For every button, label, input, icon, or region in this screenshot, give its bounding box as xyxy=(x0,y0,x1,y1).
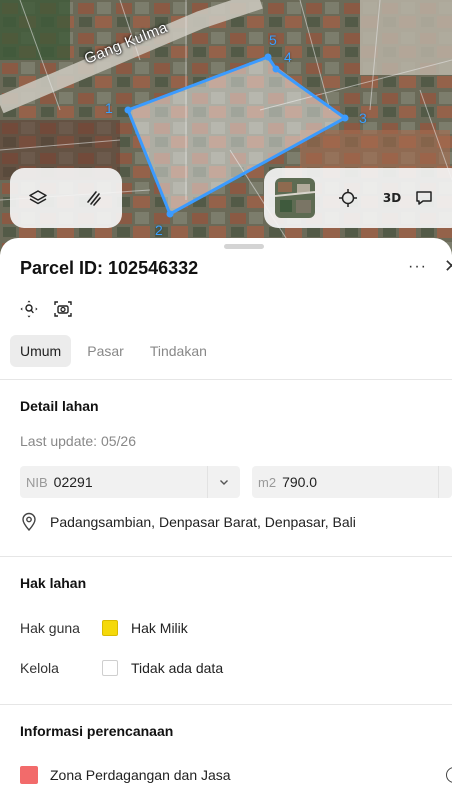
rights-label: Kelola xyxy=(20,660,59,676)
chevron-down-icon[interactable] xyxy=(207,466,240,498)
zoom-to-parcel-button[interactable] xyxy=(18,298,40,320)
nib-prefix: NIB xyxy=(26,474,48,490)
area-prefix: m2 xyxy=(258,474,277,490)
3d-label: 3D xyxy=(382,191,402,205)
rights-label: Hak guna xyxy=(20,620,80,636)
parcel-detail-sheet: Parcel ID: 102546332 ··· ✕ Umum Pasar Ti… xyxy=(0,238,452,804)
vertex-label: 1 xyxy=(105,100,113,116)
locate-button[interactable] xyxy=(326,168,370,228)
zoom-to-parcel-icon xyxy=(20,300,38,318)
close-button[interactable]: ✕ xyxy=(444,256,452,277)
screenshot-button[interactable] xyxy=(52,298,74,320)
basemap-switch-button[interactable] xyxy=(264,168,326,228)
nib-value: 02291 xyxy=(53,474,93,490)
tab-umum[interactable]: Umum xyxy=(10,335,72,367)
rights-heading: Hak lahan xyxy=(20,575,87,591)
measure-button[interactable] xyxy=(66,168,122,228)
planning-heading: Informasi perencanaan xyxy=(20,723,174,739)
area-field: m2 790.0 xyxy=(252,466,452,498)
info-icon[interactable] xyxy=(446,767,452,783)
feedback-button[interactable] xyxy=(414,168,452,228)
vertex-label: 4 xyxy=(284,49,292,65)
color-swatch xyxy=(102,660,118,676)
location-text: Padangsambian, Denpasar Barat, Denpasar,… xyxy=(50,514,356,530)
rights-value: Hak Milik xyxy=(131,620,188,636)
satellite-thumbnail xyxy=(275,178,315,218)
vertex-label: 2 xyxy=(155,222,163,238)
color-swatch xyxy=(102,620,118,636)
more-options-button[interactable]: ··· xyxy=(408,258,427,276)
field-separator xyxy=(438,466,439,498)
rights-value: Tidak ada data xyxy=(131,660,224,676)
feedback-icon xyxy=(416,191,432,205)
rights-row-hak-guna: Hak guna Hak Milik xyxy=(20,620,188,636)
zone-text: Zona Perdagangan dan Jasa xyxy=(50,767,231,783)
tab-bar: Umum Pasar Tindakan xyxy=(10,335,217,367)
detail-heading: Detail lahan xyxy=(20,398,99,414)
map-tools-right: 3D xyxy=(264,168,452,228)
divider xyxy=(0,379,452,380)
divider xyxy=(0,556,452,557)
area-value: 790.0 xyxy=(282,474,318,490)
last-update-text: Last update: 05/26 xyxy=(20,433,136,449)
measure-icon xyxy=(87,191,101,206)
location-pin-icon xyxy=(22,512,36,532)
3d-button[interactable]: 3D xyxy=(370,168,414,228)
location-row: Padangsambian, Denpasar Barat, Denpasar,… xyxy=(20,512,356,532)
tab-tindakan[interactable]: Tindakan xyxy=(140,335,217,367)
vertex-label: 5 xyxy=(269,32,277,48)
map-view[interactable]: Gang Kulma 1 2 3 4 5 3D xyxy=(0,0,452,260)
layers-button[interactable] xyxy=(10,168,66,228)
drag-handle[interactable] xyxy=(224,244,264,249)
map-tools-left xyxy=(10,168,122,228)
page-title: Parcel ID: 102546332 xyxy=(20,258,199,278)
tab-pasar[interactable]: Pasar xyxy=(77,335,134,367)
rights-row-kelola: Kelola Tidak ada data xyxy=(20,660,223,676)
divider xyxy=(0,704,452,705)
locate-icon xyxy=(339,189,357,207)
vertex-label: 3 xyxy=(359,110,367,126)
camera-icon xyxy=(54,301,72,317)
nib-field[interactable]: NIB 02291 xyxy=(20,466,240,498)
zone-color-swatch xyxy=(20,766,38,784)
zone-row[interactable]: Zona Perdagangan dan Jasa xyxy=(20,766,231,784)
layers-icon xyxy=(29,190,47,205)
